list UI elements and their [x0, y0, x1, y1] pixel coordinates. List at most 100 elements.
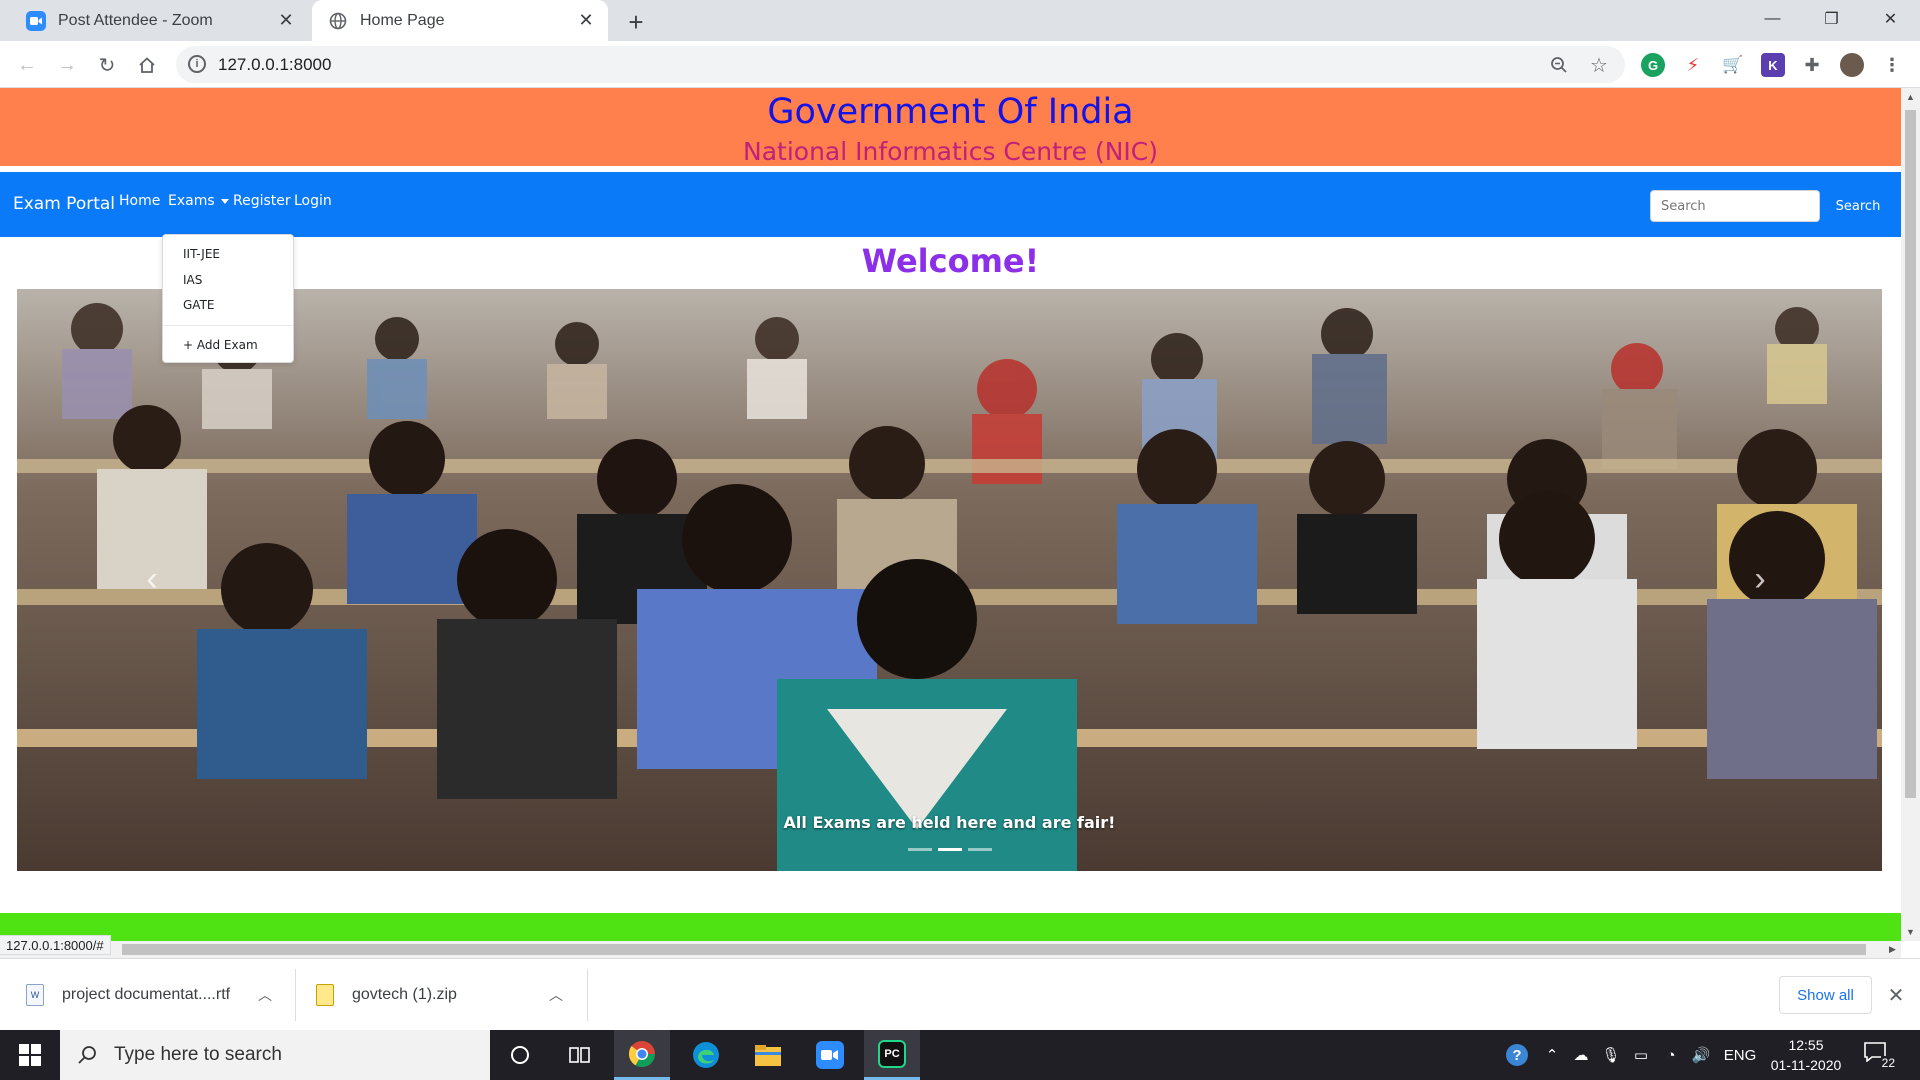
grammarly-extension-icon[interactable]: G: [1641, 53, 1665, 77]
file-explorer-icon[interactable]: [740, 1030, 796, 1080]
taskbar-search-placeholder: Type here to search: [114, 1044, 282, 1065]
site-search-button[interactable]: Search: [1826, 190, 1890, 222]
carousel-prev-icon[interactable]: ‹: [137, 559, 167, 599]
dropdown-add-exam[interactable]: + Add Exam: [183, 338, 258, 352]
taskbar-search-box[interactable]: Type here to search: [60, 1030, 490, 1080]
site-search-input[interactable]: [1650, 190, 1820, 222]
bookmark-star-icon[interactable]: ☆: [1587, 53, 1611, 77]
chevron-up-icon[interactable]: ︿: [549, 985, 563, 1005]
divider: [295, 969, 296, 1021]
nav-home-link[interactable]: Home: [119, 193, 160, 209]
dropdown-divider: [163, 325, 293, 326]
url-text[interactable]: 127.0.0.1:8000: [218, 55, 331, 75]
carousel-indicator-3[interactable]: [967, 848, 992, 851]
download-shelf: W project documentat....rtf ︿ govtech (1…: [0, 958, 1920, 1030]
back-arrow-icon[interactable]: ←: [12, 50, 42, 80]
wifi-icon[interactable]: ◔: [1656, 1030, 1686, 1080]
reload-icon[interactable]: ↻: [92, 50, 122, 80]
close-window-icon[interactable]: ✕: [1861, 0, 1920, 38]
minimize-icon[interactable]: —: [1743, 0, 1802, 38]
download-item-zip[interactable]: govtech (1).zip ︿: [316, 959, 566, 1031]
caret-down-icon: [220, 198, 229, 204]
tab-post-attendee-zoom[interactable]: Post Attendee - Zoom ✕: [10, 0, 308, 41]
windows-start-icon[interactable]: [0, 1030, 60, 1080]
pycharm-taskbar-icon[interactable]: PC: [864, 1030, 920, 1080]
site-navbar: Exam Portal Home Exams Register Login Se…: [0, 172, 1901, 237]
cart-extension-icon[interactable]: 🛒: [1721, 53, 1745, 77]
chrome-taskbar-icon[interactable]: [614, 1030, 670, 1080]
new-tab-icon[interactable]: +: [622, 7, 650, 37]
scrollbar-thumb[interactable]: [1905, 110, 1916, 798]
word-doc-icon: W: [26, 984, 44, 1006]
vertical-scrollbar[interactable]: ▲ ▼: [1901, 88, 1920, 941]
dropdown-item-ias[interactable]: IAS: [183, 273, 202, 287]
horizontal-scrollbar[interactable]: ▶: [0, 941, 1901, 958]
clock-time: 12:55: [1788, 1037, 1824, 1053]
edge-taskbar-icon[interactable]: [678, 1030, 734, 1080]
government-header: Government Of India National Informatics…: [0, 88, 1901, 166]
task-view-icon[interactable]: [552, 1030, 608, 1080]
zoom-icon: [26, 10, 46, 31]
help-icon[interactable]: ?: [1502, 1030, 1532, 1080]
brand-link[interactable]: Exam Portal: [13, 194, 115, 214]
globe-icon: [328, 11, 348, 31]
forward-arrow-icon[interactable]: →: [52, 50, 82, 80]
nav-login-link[interactable]: Login: [294, 193, 332, 209]
close-icon[interactable]: ✕: [1884, 983, 1908, 1007]
show-all-button[interactable]: Show all: [1779, 976, 1872, 1014]
nav-exams-dropdown[interactable]: Exams: [168, 193, 229, 209]
scroll-right-icon[interactable]: ▶: [1884, 941, 1901, 958]
profile-avatar[interactable]: [1840, 53, 1864, 77]
lightning-extension-icon[interactable]: ⚡: [1681, 53, 1705, 77]
volume-icon[interactable]: 🔊: [1686, 1030, 1716, 1080]
exam-hall-photo: [17, 289, 1882, 871]
tab-title: Post Attendee - Zoom: [58, 11, 213, 29]
network-error-icon[interactable]: ☁: [1566, 1030, 1596, 1080]
microphone-icon[interactable]: 🎙: [1596, 1030, 1626, 1080]
carousel-indicator-1[interactable]: [907, 848, 932, 851]
k-extension-icon[interactable]: K: [1761, 53, 1785, 77]
extensions-puzzle-icon[interactable]: ✚: [1800, 53, 1824, 77]
svg-text:?: ?: [1512, 1047, 1521, 1064]
carousel-next-icon[interactable]: ›: [1745, 559, 1775, 599]
divider: [587, 969, 588, 1021]
browser-tab-strip: Post Attendee - Zoom ✕ Home Page ✕ + — ❐…: [0, 0, 1920, 41]
address-bar[interactable]: i 127.0.0.1:8000 ☆: [176, 46, 1625, 83]
windows-taskbar: Type here to search PC ? ⌃ ☁ 🎙 ▭ ◔ 🔊 ENG…: [0, 1030, 1920, 1080]
chevron-up-icon[interactable]: ︿: [258, 985, 272, 1005]
info-icon[interactable]: i: [188, 55, 206, 73]
search-icon: [76, 1044, 98, 1066]
dropdown-item-iit-jee[interactable]: IIT-JEE: [183, 247, 220, 261]
download-filename: project documentat....rtf: [62, 986, 231, 1003]
scroll-down-icon[interactable]: ▼: [1901, 923, 1920, 941]
cortana-icon[interactable]: [492, 1030, 548, 1080]
hscrollbar-thumb[interactable]: [122, 944, 1866, 955]
window-controls: — ❐ ✕: [1743, 0, 1920, 41]
kebab-menu-icon[interactable]: ⋮: [1880, 53, 1904, 77]
link-status-bubble: 127.0.0.1:8000/#: [0, 935, 111, 955]
nav-register-link[interactable]: Register: [233, 193, 291, 209]
page-viewport: Government Of India National Informatics…: [0, 88, 1901, 941]
carousel-caption: All Exams are held here and are fair!: [783, 813, 1116, 832]
browser-toolbar: ← → ↻ i 127.0.0.1:8000 ☆ G ⚡ 🛒 K ✚ ⋮: [0, 41, 1920, 88]
download-filename: govtech (1).zip: [352, 986, 457, 1003]
language-indicator[interactable]: ENG: [1720, 1030, 1760, 1080]
action-center-icon[interactable]: 22: [1862, 1040, 1896, 1070]
battery-icon[interactable]: ▭: [1626, 1030, 1656, 1080]
restore-icon[interactable]: ❐: [1802, 0, 1861, 38]
close-icon[interactable]: ✕: [274, 9, 298, 33]
dropdown-item-gate[interactable]: GATE: [183, 298, 215, 312]
zoom-taskbar-icon[interactable]: [802, 1030, 858, 1080]
download-item-rtf[interactable]: W project documentat....rtf ︿: [26, 959, 276, 1031]
tab-home-page[interactable]: Home Page ✕: [312, 0, 608, 41]
scroll-up-icon[interactable]: ▲: [1901, 88, 1920, 106]
zoom-magnifier-icon[interactable]: [1547, 53, 1571, 77]
page-subtitle: National Informatics Centre (NIC): [743, 137, 1158, 166]
carousel-indicator-2[interactable]: [937, 848, 962, 851]
chevron-up-tray-icon[interactable]: ⌃: [1538, 1030, 1566, 1080]
system-clock[interactable]: 12:55 01-11-2020: [1763, 1035, 1849, 1075]
image-carousel: ‹ › All Exams are held here and are fair…: [17, 289, 1882, 871]
home-icon[interactable]: [132, 50, 162, 80]
close-icon[interactable]: ✕: [574, 9, 598, 33]
zip-file-icon: [316, 984, 334, 1006]
